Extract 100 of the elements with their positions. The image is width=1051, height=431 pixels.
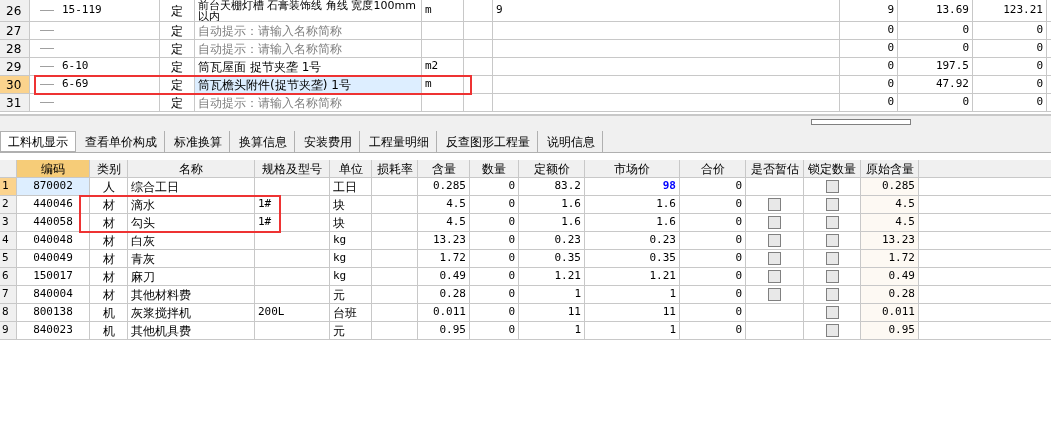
table-cell: 200L (258, 304, 285, 321)
checkbox[interactable] (825, 306, 839, 319)
table-cell-text: 灰浆搅拌机 (131, 304, 191, 322)
row-code: 6-69 (62, 76, 89, 93)
table-cell: 0 (508, 196, 515, 213)
column-header[interactable]: 类别 (90, 160, 128, 177)
column-header[interactable]: 含量 (418, 160, 470, 177)
table-cell: 0 (898, 40, 973, 57)
checkbox[interactable] (825, 288, 839, 301)
row-number: 28 (0, 40, 30, 57)
checkbox[interactable] (768, 216, 781, 229)
checkbox[interactable] (825, 324, 839, 337)
table-cell-text: 块 (333, 214, 345, 232)
scrollbar-thumb[interactable] (811, 119, 911, 125)
table-cell: 0.23 (649, 232, 676, 249)
table-cell-text: 机 (102, 304, 115, 322)
table-cell-text: 滴水 (131, 196, 155, 214)
checkbox[interactable] (768, 252, 781, 265)
table-cell: 0.95 (439, 322, 466, 339)
table-cell: 0 (508, 232, 515, 249)
column-header[interactable]: 定额价 (519, 160, 585, 177)
checkbox[interactable] (768, 198, 781, 211)
table-cell: 1.72 (439, 250, 466, 267)
checkbox[interactable] (825, 270, 839, 283)
table-cell-text: 材 (102, 232, 115, 250)
row-name[interactable]: 前台天棚灯槽 石膏装饰线 角线 宽度100mm以内 (195, 0, 422, 21)
column-header[interactable]: 编码 (17, 160, 90, 177)
checkbox[interactable] (768, 288, 781, 301)
column-header[interactable]: 数量 (470, 160, 519, 177)
checkbox[interactable] (825, 252, 839, 265)
column-header[interactable]: 合价 (680, 160, 746, 177)
row-number: 6 (0, 268, 17, 285)
checkbox[interactable] (768, 270, 781, 283)
row-name[interactable]: 自动提示：请输入名称简称 (195, 22, 422, 39)
checkbox[interactable] (825, 180, 839, 193)
row-number: 8 (0, 304, 17, 321)
checkbox[interactable] (825, 234, 839, 247)
column-header[interactable]: 原始含量 (861, 160, 919, 177)
table-cell: 0.285 (881, 178, 915, 195)
table-cell-text: 元 (333, 322, 345, 340)
row-number: 7 (0, 286, 17, 303)
column-header[interactable]: 锁定数量 (804, 160, 861, 177)
column-header[interactable]: 市场价 (585, 160, 680, 177)
table-cell: 1.21 (554, 268, 581, 285)
table-cell: 4.5 (895, 196, 915, 213)
tree-line (40, 48, 54, 49)
row-number: 3 (0, 214, 17, 231)
row-type: 定 (160, 58, 195, 75)
table-cell: 0 (508, 178, 515, 195)
row-name[interactable]: 筒瓦屋面 捉节夹垄 1号 (195, 58, 422, 75)
table-cell-text: 材 (102, 286, 115, 304)
column-header[interactable]: 是否暂估 (746, 160, 804, 177)
checkbox[interactable] (825, 216, 839, 229)
row-unit: m (422, 76, 464, 93)
row-name[interactable]: 自动提示：请输入名称简称 (195, 94, 422, 111)
table-cell: 0 (898, 94, 973, 111)
table-cell: 840023 (33, 322, 73, 339)
table-cell: 440046 (33, 196, 73, 213)
table-cell: 123.21 (973, 0, 1047, 21)
tree-line (40, 10, 54, 11)
table-cell: 1.6 (561, 196, 581, 213)
table-cell-text: 台班 (333, 304, 357, 322)
row-type: 定 (160, 40, 195, 57)
table-cell: 0 (735, 214, 742, 231)
column-header[interactable]: 名称 (128, 160, 255, 177)
table-cell: 0.011 (432, 304, 466, 321)
column-header[interactable]: 规格及型号 (255, 160, 330, 177)
checkbox[interactable] (768, 234, 781, 247)
row-type: 定 (160, 22, 195, 39)
table-cell-text: 白灰 (131, 232, 155, 250)
table-cell: 1 (669, 322, 676, 339)
table-cell: 1 (574, 286, 581, 303)
table-cell: 0 (840, 58, 898, 75)
table-cell-text: 工日 (333, 178, 357, 196)
table-cell: 0 (973, 58, 1047, 75)
table-cell: 83.2 (554, 178, 581, 195)
table-cell-text: 材 (102, 250, 115, 268)
table-cell: 0.23 (554, 232, 581, 249)
row-name[interactable]: 自动提示：请输入名称简称 (195, 40, 422, 57)
column-header[interactable]: 单位 (330, 160, 372, 177)
table-cell: 0 (735, 268, 742, 285)
column-header[interactable]: 损耗率 (372, 160, 418, 177)
table-cell: 0 (508, 214, 515, 231)
table-cell-text: 勾头 (131, 214, 155, 232)
table-cell: 0 (973, 22, 1047, 39)
table-cell: 1.21 (649, 268, 676, 285)
table-cell: 98 (662, 178, 676, 195)
table-cell: 0 (735, 232, 742, 249)
checkbox[interactable] (825, 198, 839, 211)
table-cell: 13.23 (432, 232, 466, 249)
table-cell: 800138 (33, 304, 73, 321)
table-cell: 0.285 (432, 178, 466, 195)
table-cell: 0 (735, 196, 742, 213)
table-cell: 9 (493, 0, 840, 21)
table-cell: 11 (662, 304, 676, 321)
tree-line (40, 66, 54, 67)
table-cell: 840004 (33, 286, 73, 303)
table-cell: 1.6 (561, 214, 581, 231)
tab[interactable]: 工料机显示 (0, 131, 76, 152)
row-number: 5 (0, 250, 17, 267)
